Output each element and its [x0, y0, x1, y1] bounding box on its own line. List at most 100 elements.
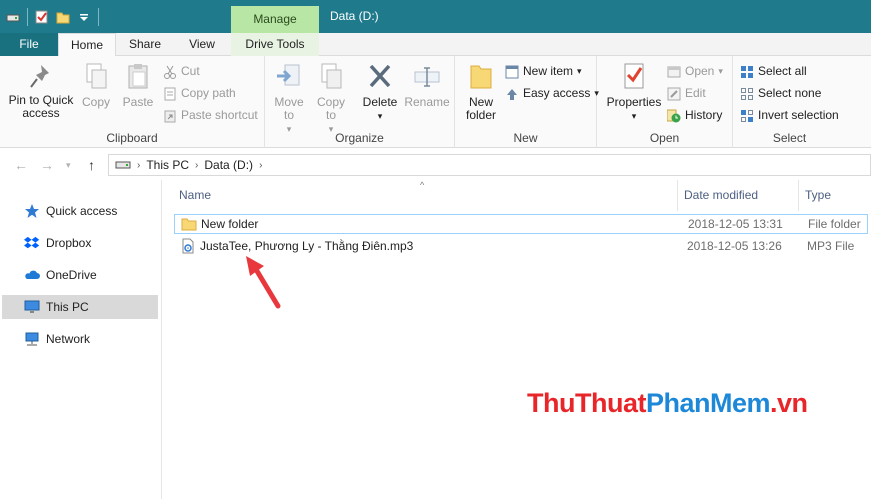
column-divider[interactable]	[677, 180, 678, 211]
drive-icon	[6, 10, 20, 24]
nav-item-label: Dropbox	[46, 236, 92, 250]
file-type: MP3 File	[807, 239, 855, 253]
paste-shortcut-button[interactable]: Paste shortcut	[163, 106, 258, 125]
ribbon-tabs: File Home Share View Drive Tools	[0, 33, 871, 57]
clipboard-group: Pin to Quick access Copy Paste Cut Copy …	[0, 56, 265, 148]
open-button[interactable]: Open ▾	[667, 62, 723, 81]
scissors-icon	[163, 65, 177, 79]
history-icon	[666, 109, 681, 123]
clipboard-group-label: Clipboard	[106, 131, 158, 145]
file-date: 2018-12-05 13:31	[688, 217, 783, 231]
watermark-logo: ThuThuatPhanMem.vn	[527, 388, 808, 418]
tab-home[interactable]: Home	[58, 33, 116, 57]
tab-file[interactable]: File	[0, 33, 58, 56]
customize-toolbar-icon[interactable]	[77, 10, 91, 24]
move-to-button[interactable]: Move to ▾	[271, 62, 307, 136]
nav-item-quick-access[interactable]: Quick access	[2, 199, 158, 223]
file-date: 2018-12-05 13:26	[687, 239, 782, 253]
toolbar-divider	[27, 8, 28, 26]
open-icon	[667, 65, 681, 79]
address-bar[interactable]: › This PC › Data (D:) ›	[108, 154, 871, 176]
properties-icon[interactable]	[35, 10, 49, 24]
select-none-button[interactable]: Select none	[740, 84, 821, 103]
nav-item-this-pc[interactable]: This PC	[2, 295, 158, 319]
pin-label: Pin to Quick access	[8, 93, 74, 120]
breadcrumb-data-d[interactable]: Data (D:)	[204, 158, 253, 172]
properties-button[interactable]: Properties ▾	[603, 62, 665, 123]
easy-access-label: Easy access	[523, 86, 591, 100]
open-group: Properties ▾ Open ▾ Edit History Open	[597, 56, 733, 148]
new-item-button[interactable]: New item ▾	[505, 62, 582, 81]
column-header-type[interactable]: Type	[805, 180, 831, 211]
breadcrumb-chevron-icon[interactable]: ›	[259, 160, 262, 171]
select-all-button[interactable]: Select all	[740, 62, 807, 81]
recent-locations-chevron-icon[interactable]: ▾	[66, 160, 71, 171]
copy-icon	[86, 63, 107, 89]
delete-button[interactable]: Delete ▾	[361, 62, 399, 123]
rename-button[interactable]: Rename	[404, 62, 450, 109]
history-button[interactable]: History	[666, 106, 723, 125]
rename-icon	[414, 67, 440, 87]
up-arrow-icon[interactable]: ↑	[88, 157, 95, 173]
table-row[interactable]: New folder 2018-12-05 13:31 File folder	[174, 214, 868, 234]
drive-icon	[115, 158, 131, 173]
tab-drive-tools[interactable]: Drive Tools	[231, 33, 319, 56]
file-list: ^ Name Date modified Type New folder 201…	[162, 180, 871, 499]
pin-icon	[30, 65, 49, 88]
tab-view[interactable]: View	[178, 33, 226, 56]
nav-item-dropbox[interactable]: Dropbox	[2, 231, 158, 255]
column-header-date-modified[interactable]: Date modified	[684, 180, 758, 211]
breadcrumb-chevron-icon[interactable]: ›	[137, 160, 140, 171]
move-to-icon	[277, 64, 300, 86]
navigation-bar: ← → ▾ ↑ › This PC › Data (D:) ›	[0, 149, 871, 180]
nav-item-onedrive[interactable]: OneDrive	[2, 263, 158, 287]
paste-shortcut-icon	[163, 109, 177, 123]
copy-to-button[interactable]: Copy to ▾	[313, 62, 349, 136]
organize-group-label: Organize	[335, 131, 384, 145]
select-none-icon	[740, 87, 754, 101]
select-all-icon	[740, 65, 754, 79]
breadcrumb-chevron-icon[interactable]: ›	[195, 160, 198, 171]
cut-button[interactable]: Cut	[163, 62, 200, 81]
easy-access-button[interactable]: Easy access ▾	[505, 84, 599, 103]
tab-manage[interactable]: Manage	[231, 6, 319, 33]
new-item-icon	[505, 65, 519, 79]
window-title: Data (D:)	[330, 9, 379, 23]
edit-button[interactable]: Edit	[667, 84, 706, 103]
copy-label: Copy	[81, 95, 110, 109]
quick-access-toolbar	[6, 6, 99, 28]
star-icon	[24, 203, 40, 219]
new-folder-label: New folder	[465, 95, 497, 122]
paste-label: Paste	[122, 95, 154, 109]
copy-path-button[interactable]: Copy path	[163, 84, 236, 103]
delete-label: Delete	[362, 95, 398, 109]
back-arrow-icon[interactable]: ←	[14, 157, 28, 173]
file-type: File folder	[808, 217, 861, 231]
new-folder-icon[interactable]	[56, 10, 70, 24]
annotation-arrow	[246, 256, 281, 309]
nav-item-label: Quick access	[46, 204, 118, 218]
new-folder-button[interactable]: New folder	[459, 62, 503, 122]
file-name: New folder	[201, 217, 259, 231]
breadcrumb-this-pc[interactable]: This PC	[146, 158, 189, 172]
forward-arrow-icon[interactable]: →	[40, 157, 54, 173]
sort-ascending-icon: ^	[420, 180, 425, 190]
copy-button[interactable]: Copy	[78, 62, 114, 109]
history-label: History	[685, 108, 723, 122]
organize-group: Move to ▾ Copy to ▾ Delete ▾ Rename Organiz…	[265, 56, 455, 148]
paste-button[interactable]: Paste	[118, 62, 158, 109]
column-divider[interactable]	[798, 180, 799, 211]
nav-item-network[interactable]: Network	[2, 327, 158, 351]
edit-icon	[667, 87, 681, 101]
new-group-label: New	[513, 131, 538, 145]
edit-label: Edit	[685, 86, 706, 100]
pin-to-quick-access-button[interactable]: Pin to Quick access	[4, 62, 78, 120]
invert-selection-button[interactable]: Invert selection	[740, 106, 839, 125]
nav-item-label: OneDrive	[46, 268, 97, 282]
paste-shortcut-label: Paste shortcut	[181, 108, 258, 122]
cut-label: Cut	[181, 64, 200, 78]
paste-icon	[128, 64, 148, 89]
dropbox-icon	[24, 235, 40, 251]
column-header-name[interactable]: Name	[179, 180, 211, 211]
tab-share[interactable]: Share	[120, 33, 170, 56]
